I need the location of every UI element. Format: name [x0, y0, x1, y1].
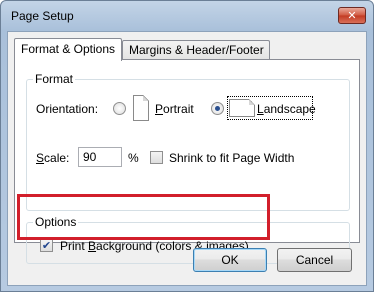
checkmark-icon: ✔ — [41, 239, 52, 252]
tab-format-options[interactable]: Format & Options — [14, 38, 122, 61]
annotation-highlight-box — [17, 194, 270, 240]
close-icon: ✕ — [347, 9, 357, 22]
scale-input[interactable]: 90 — [78, 147, 122, 167]
landscape-radio[interactable] — [211, 102, 224, 115]
landscape-label[interactable]: Landscape — [257, 102, 316, 116]
print-background-checkbox[interactable]: ✔ — [40, 239, 53, 252]
window-title: Page Setup — [11, 9, 74, 23]
scale-label: Scale: — [36, 151, 70, 165]
orientation-label: Orientation: — [36, 102, 99, 116]
portrait-label[interactable]: Portrait — [155, 102, 194, 116]
portrait-page-icon — [133, 95, 149, 121]
tab-margins-header-footer[interactable]: Margins & Header/Footer — [122, 40, 270, 60]
shrink-to-fit-checkbox[interactable] — [150, 151, 163, 164]
portrait-radio[interactable] — [113, 102, 126, 115]
dialog-body: Format & Options Margins & Header/Footer… — [7, 31, 367, 286]
ok-button[interactable]: OK — [193, 248, 267, 272]
format-group: Format Orientation: Portrait Landscape S… — [26, 72, 350, 211]
shrink-to-fit-label[interactable]: Shrink to fit Page Width — [169, 151, 294, 165]
title-bar[interactable]: Page Setup ✕ — [1, 1, 373, 31]
cancel-button[interactable]: Cancel — [277, 248, 352, 272]
format-group-label: Format — [33, 72, 76, 86]
percent-label: % — [128, 151, 139, 165]
close-button[interactable]: ✕ — [338, 7, 366, 24]
page-setup-dialog: Page Setup ✕ Format & Options Margins & … — [0, 0, 374, 292]
